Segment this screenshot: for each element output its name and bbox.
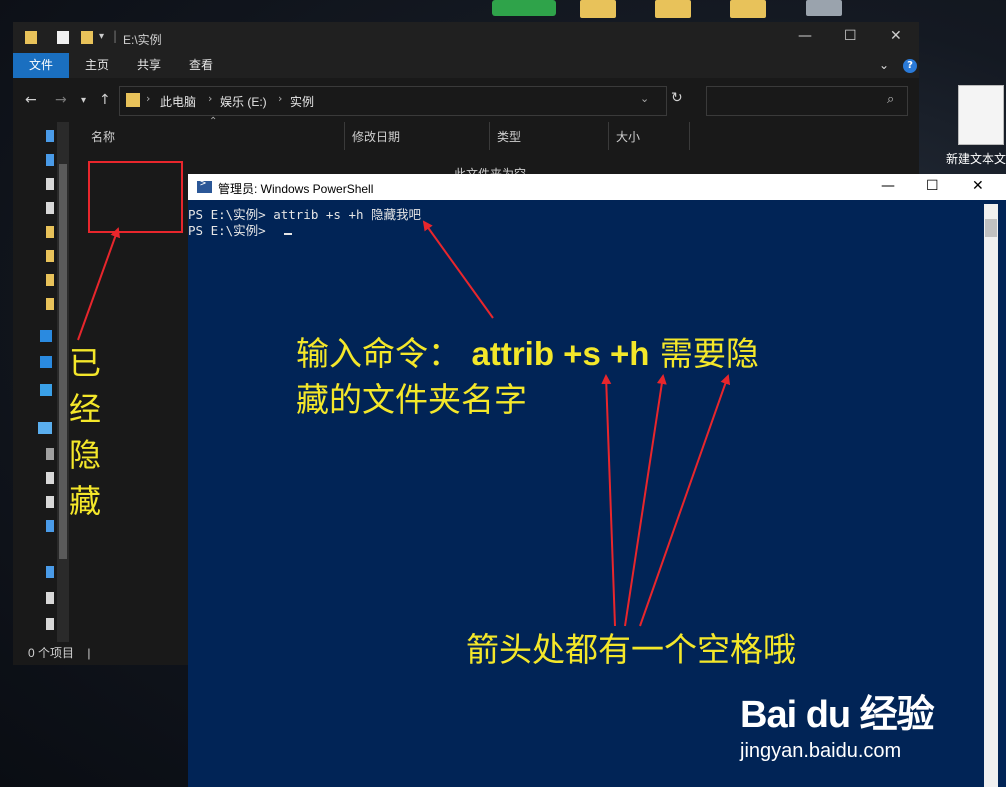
watermark-url: jingyan.baidu.com: [740, 740, 902, 762]
arrow-to-hidden-folder: [77, 227, 120, 341]
baidu-logo-text: Bai du 经验: [740, 694, 935, 736]
arrow-space-3: [639, 374, 731, 627]
baidu-jingyan-watermark: Bai du 经验: [740, 683, 935, 738]
arrow-space-1: [601, 374, 616, 627]
arrow-to-command: [422, 220, 494, 319]
annotation-arrows: [77, 220, 731, 627]
arrow-space-2: [624, 374, 667, 627]
